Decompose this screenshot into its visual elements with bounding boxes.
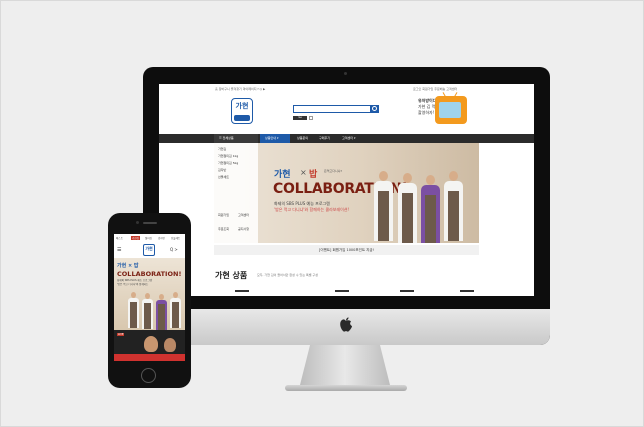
- cast-member: [156, 294, 167, 330]
- imac-chin: [143, 309, 550, 345]
- mobile-hero-lines: 화제의 SBS PLUS 예능 프로그램 '밥은 먹고 다니냐'와 함께하는: [117, 279, 152, 286]
- cast-member: [170, 292, 181, 330]
- cast-member: [444, 171, 463, 243]
- mobile-screen: 베스트 가현김 절미김 김자반 선물세트 ☰ 가현 Q > 가현 × 밥 COL…: [114, 234, 185, 361]
- cast-member: [128, 292, 139, 330]
- section-title: 가현 상품: [215, 271, 248, 280]
- utility-links-left[interactable]: 홈 장바구니 즐겨찾기 마이페이지 f ◎ ▶: [215, 87, 265, 91]
- mobile-hero-line: '밥은 먹고 다니냐'와 함께하는: [117, 282, 149, 286]
- nav-item-support[interactable]: 고객센터 ▾: [342, 136, 356, 140]
- search-input[interactable]: [293, 105, 371, 113]
- search-tag[interactable]: TAG: [293, 116, 307, 120]
- logo-text: 가현: [235, 102, 249, 110]
- main-nav: ☰ 전체상품 상품안내 ▾ 상품문의 구매후기 고객센터 ▾: [159, 134, 534, 143]
- hamburger-menu-icon[interactable]: ☰: [117, 247, 121, 253]
- hero-x: ×: [300, 168, 307, 177]
- mobile-tabs: 베스트 가현김 절미김 김자반 선물세트: [114, 234, 185, 242]
- mobile-tab[interactable]: 베스트: [116, 236, 123, 240]
- tv-promo-banner[interactable]: [435, 92, 467, 124]
- category-item[interactable]: 가현절미김 5kg: [218, 161, 238, 165]
- video-badge: LIVE: [117, 333, 125, 336]
- category-dropdown: 가현김 가현절미김 1kg 가현절미김 5kg 김자반 선물세트 회원가입 고객…: [214, 143, 258, 243]
- category-item[interactable]: 가현절미김 1kg: [218, 154, 238, 158]
- hero-line-2: '밥은 먹고 다니냐'와 함께하는 콜라보레이션!: [274, 207, 350, 212]
- mockup-frame: 홈 장바구니 즐겨찾기 마이페이지 f ◎ ▶ 로그인 회원가입 주문배송 고객…: [0, 0, 644, 427]
- product-row-markers: [235, 290, 474, 292]
- section-subtitle: 모두, 가현 김이 들어서만 완성 수 있는 특별 구성: [257, 273, 319, 277]
- video-person: [164, 338, 176, 352]
- utility-bar: 홈 장바구니 즐겨찾기 마이페이지 f ◎ ▶ 로그인 회원가입 주문배송 고객…: [159, 84, 534, 94]
- nav-item-products[interactable]: 상품안내 ▾: [265, 136, 279, 140]
- mobile-header: ☰ 가현 Q >: [114, 243, 185, 257]
- hero-partner-sub: 은먹고다니냐?: [324, 169, 343, 173]
- side-shortcut[interactable]: 주문조회: [218, 227, 229, 231]
- mobile-hero-brand: 가현 × 밥: [117, 263, 139, 269]
- event-notice[interactable]: [이벤트] 회원가입 1000포인트 지급!: [214, 245, 479, 255]
- cast-member: [374, 171, 393, 243]
- mobile-hero-line: 화제의 SBS PLUS 예능 프로그램: [117, 279, 152, 282]
- hero-partner: 밥: [309, 170, 318, 180]
- hero-brand: 가현: [274, 170, 291, 180]
- imac-monitor: 홈 장바구니 즐겨찾기 마이페이지 f ◎ ▶ 로그인 회원가입 주문배송 고객…: [143, 67, 550, 345]
- category-menu-label: ☰ 전체상품: [219, 136, 234, 140]
- category-item[interactable]: 김자반: [218, 168, 226, 172]
- search-icon[interactable]: Q >: [170, 247, 178, 252]
- side-shortcut[interactable]: 회원가입: [218, 213, 229, 217]
- side-shortcut[interactable]: 고객센터: [238, 213, 249, 217]
- mobile-tab[interactable]: 절미김: [145, 236, 152, 240]
- cast-member: [421, 175, 440, 243]
- apple-logo-icon: [340, 317, 352, 332]
- desktop-screen: 홈 장바구니 즐겨찾기 마이페이지 f ◎ ▶ 로그인 회원가입 주문배송 고객…: [159, 84, 534, 296]
- imac-stand-foot: [285, 385, 407, 391]
- imac-stand: [299, 345, 391, 389]
- logo-band: [234, 115, 250, 121]
- search-icon[interactable]: [370, 105, 379, 113]
- tv-screen: [439, 102, 461, 118]
- mobile-tab[interactable]: 선물세트: [171, 236, 180, 240]
- cast-member: [142, 293, 153, 330]
- site-logo[interactable]: 가현: [231, 98, 253, 124]
- mobile-tab-active[interactable]: 가현김: [131, 236, 140, 240]
- home-button[interactable]: [141, 368, 156, 383]
- nav-item-reviews[interactable]: 구매후기: [319, 136, 330, 140]
- mobile-hero-title: COLLABORATION!: [117, 270, 182, 278]
- smartphone: 베스트 가현김 절미김 김자반 선물세트 ☰ 가현 Q > 가현 × 밥 COL…: [108, 213, 191, 388]
- mobile-hero-banner[interactable]: 가현 × 밥 COLLABORATION! 화제의 SBS PLUS 예능 프로…: [114, 258, 185, 330]
- close-icon[interactable]: [309, 116, 313, 120]
- nav-item-inquiry[interactable]: 상품문의: [297, 136, 308, 140]
- mobile-video-thumbnail[interactable]: LIVE: [114, 330, 185, 361]
- utility-links-right[interactable]: 로그인 회원가입 주문배송 고객센터: [413, 87, 457, 91]
- video-person: [144, 336, 158, 352]
- earpiece: [143, 222, 157, 224]
- video-caption-bar: [114, 354, 185, 361]
- mobile-logo[interactable]: 가현: [143, 244, 155, 256]
- cast-member: [398, 173, 417, 243]
- category-item[interactable]: 선물세트: [218, 175, 229, 179]
- webcam-dot: [344, 72, 347, 75]
- side-shortcut[interactable]: 공지사항: [238, 227, 249, 231]
- mobile-tab[interactable]: 김자반: [158, 236, 165, 240]
- category-item[interactable]: 가현김: [218, 147, 226, 151]
- front-camera: [136, 221, 139, 224]
